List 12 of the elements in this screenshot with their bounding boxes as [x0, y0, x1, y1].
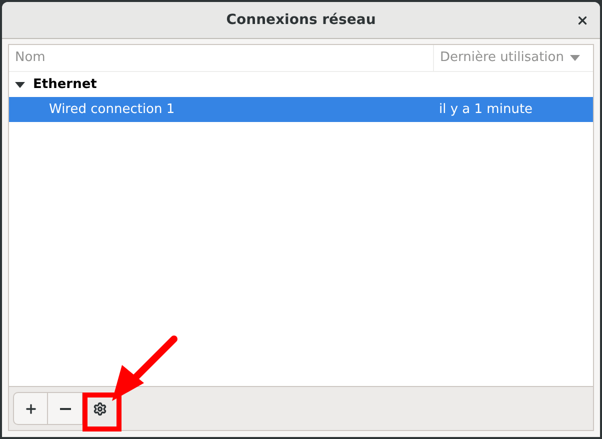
- connection-row[interactable]: Wired connection 1 il y a 1 minute: [9, 97, 593, 122]
- group-row[interactable]: Ethernet: [9, 72, 593, 97]
- expander-icon: [15, 80, 25, 90]
- column-header[interactable]: Nom: [9, 45, 433, 71]
- column-header[interactable]: Dernière utilisation: [433, 45, 593, 71]
- remove-button[interactable]: [48, 392, 83, 425]
- window-title: Connexions réseau: [226, 10, 376, 30]
- sort-arrow-icon: [570, 55, 580, 61]
- add-button[interactable]: [13, 392, 48, 425]
- close-icon: [576, 14, 588, 26]
- add-icon: [24, 402, 38, 416]
- settings-icon: [93, 402, 107, 416]
